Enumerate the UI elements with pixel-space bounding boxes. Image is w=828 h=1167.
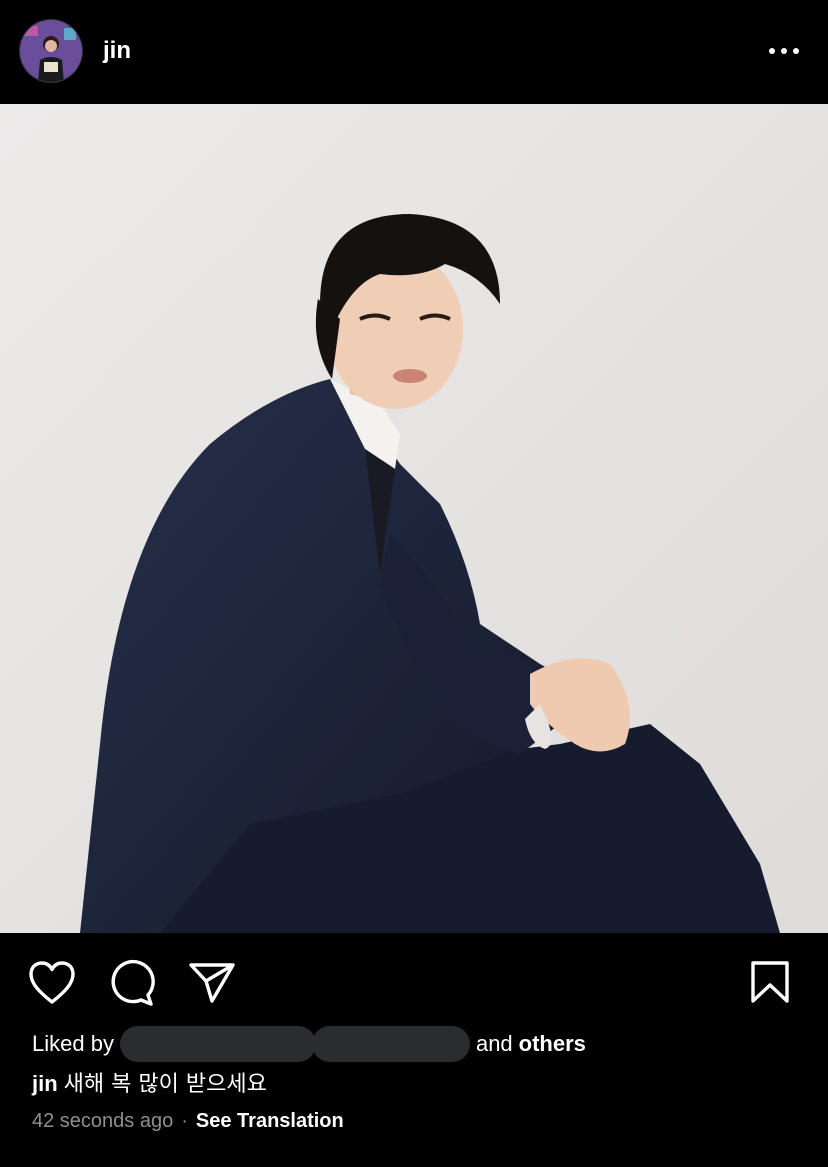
send-icon[interactable] bbox=[188, 961, 236, 1010]
likes-others-link[interactable]: others bbox=[519, 1031, 586, 1057]
redacted-username-2 bbox=[311, 1026, 470, 1062]
post-timestamp: 42 seconds ago bbox=[32, 1110, 174, 1132]
post-photo[interactable] bbox=[0, 104, 828, 933]
caption-username[interactable]: jin bbox=[32, 1071, 58, 1096]
post-meta: 42 seconds ago · See Translation bbox=[32, 1110, 344, 1133]
liked-by-label: Liked by bbox=[32, 1031, 114, 1056]
meta-separator: · bbox=[181, 1110, 188, 1132]
post-caption: jin 새해 복 많이 받으세요 bbox=[32, 1066, 267, 1098]
more-horizontal-icon[interactable] bbox=[768, 38, 800, 64]
caption-text: 새해 복 많이 받으세요 bbox=[63, 1072, 267, 1097]
bookmark-icon[interactable] bbox=[750, 960, 790, 1009]
avatar-image bbox=[20, 20, 82, 82]
redacted-username bbox=[119, 1026, 316, 1062]
avatar[interactable] bbox=[20, 20, 82, 82]
comment-icon[interactable] bbox=[108, 959, 156, 1012]
likes-summary: Liked by and others bbox=[32, 1026, 586, 1062]
post-header: jin bbox=[0, 0, 828, 104]
heart-icon[interactable] bbox=[28, 961, 76, 1010]
post-username[interactable]: jin bbox=[103, 36, 131, 66]
portrait-illustration bbox=[0, 104, 828, 933]
likes-and-label: and bbox=[475, 1031, 513, 1056]
see-translation-link[interactable]: See Translation bbox=[196, 1110, 344, 1132]
